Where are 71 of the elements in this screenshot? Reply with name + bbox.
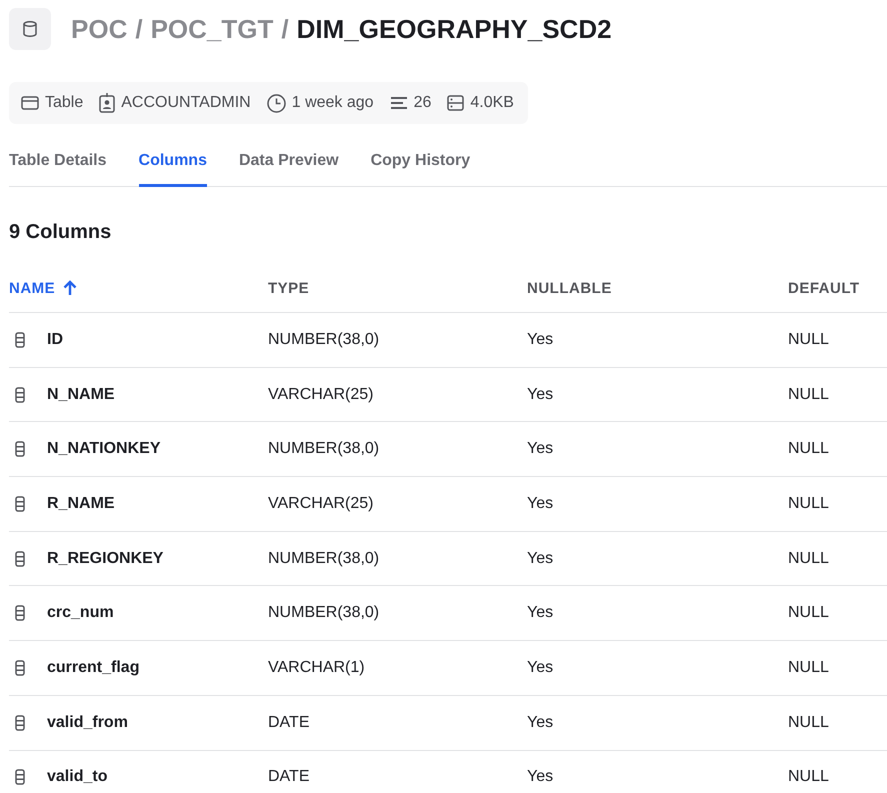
table-cell: NUMBER(38,0) — [268, 330, 380, 348]
column-header[interactable]: NAME — [9, 280, 268, 296]
table-cell: VARCHAR(25) — [268, 494, 374, 512]
page-title: DIM_GEOGRAPHY_SCD2 — [296, 14, 612, 44]
table-cell: NULL — [788, 386, 829, 403]
breadcrumb-separator: / — [281, 14, 289, 44]
badge-icon — [99, 93, 116, 113]
meta-text: Table — [45, 94, 84, 112]
table-cell: NUMBER(38,0) — [268, 604, 380, 622]
table-cell: NUMBER(38,0) — [268, 440, 380, 458]
table-cell: NUMBER(38,0) — [268, 550, 380, 567]
meta-text: 1 week ago — [292, 94, 374, 112]
table-cell: valid_from — [47, 714, 128, 732]
table-icon — [21, 95, 39, 111]
table-cell: Yes — [527, 714, 554, 731]
table-cell: R_REGIONKEY — [47, 550, 164, 568]
column-icon — [15, 386, 25, 403]
table-cell: crc_num — [47, 604, 114, 622]
table-cell: Yes — [527, 550, 554, 567]
breadcrumb-link[interactable]: POC — [71, 14, 128, 44]
table-cell: DATE — [268, 714, 310, 731]
table-cell: valid_to — [47, 768, 108, 786]
column-icon — [15, 660, 25, 676]
table-cell: current_flag — [47, 658, 140, 677]
table-cell: Yes — [527, 386, 554, 403]
database-icon — [23, 21, 37, 37]
table-cell: NULL — [788, 440, 829, 458]
table-cell: Yes — [527, 768, 554, 786]
table-cell: VARCHAR(1) — [268, 658, 365, 676]
table-cell: NULL — [788, 658, 829, 676]
tab[interactable]: Data Preview — [238, 142, 339, 187]
column-header[interactable]: DEFAULT — [788, 280, 887, 296]
tab[interactable]: Table Details — [9, 142, 107, 187]
lines-icon — [390, 96, 408, 110]
table-cell: NULL — [788, 550, 829, 567]
table-cell: NULL — [788, 714, 829, 731]
table-cell: ID — [47, 330, 63, 349]
table-cell: NULL — [788, 768, 829, 786]
column-icon — [15, 550, 25, 567]
meta-text: 4.0KB — [470, 94, 514, 112]
column-icon — [15, 496, 25, 512]
column-header[interactable]: TYPE — [268, 280, 527, 296]
section-title: 9 Columns — [9, 221, 112, 244]
column-icon — [15, 714, 25, 731]
table-cell: DATE — [268, 768, 310, 786]
table-cell: Yes — [527, 658, 554, 676]
tab[interactable]: Columns — [138, 142, 207, 187]
column-icon — [15, 605, 25, 622]
column-icon — [15, 332, 25, 348]
column-header[interactable]: NULLABLE — [527, 280, 788, 296]
table-cell: NULL — [788, 494, 829, 512]
table-cell: VARCHAR(25) — [268, 386, 374, 403]
sort-arrow-icon — [63, 280, 78, 296]
table-cell: NULL — [788, 604, 829, 622]
table-cell: NULL — [788, 330, 829, 348]
table-cell: R_NAME — [47, 494, 115, 513]
tab[interactable]: Copy History — [370, 142, 470, 187]
clock-icon — [266, 94, 286, 112]
meta-text: ACCOUNTADMIN — [121, 94, 251, 112]
storage-icon — [447, 95, 464, 111]
table-cell: Yes — [527, 494, 554, 512]
column-icon — [15, 441, 25, 458]
table-cell: N_NATIONKEY — [47, 440, 160, 458]
breadcrumb-separator: / — [135, 14, 143, 44]
column-icon — [15, 769, 25, 786]
meta-text: 26 — [414, 94, 432, 112]
table-cell: N_NAME — [47, 386, 115, 404]
breadcrumb-link[interactable]: POC_TGT — [150, 14, 274, 44]
table-cell: Yes — [527, 330, 554, 348]
table-cell: Yes — [527, 440, 554, 458]
table-cell: Yes — [527, 604, 554, 622]
